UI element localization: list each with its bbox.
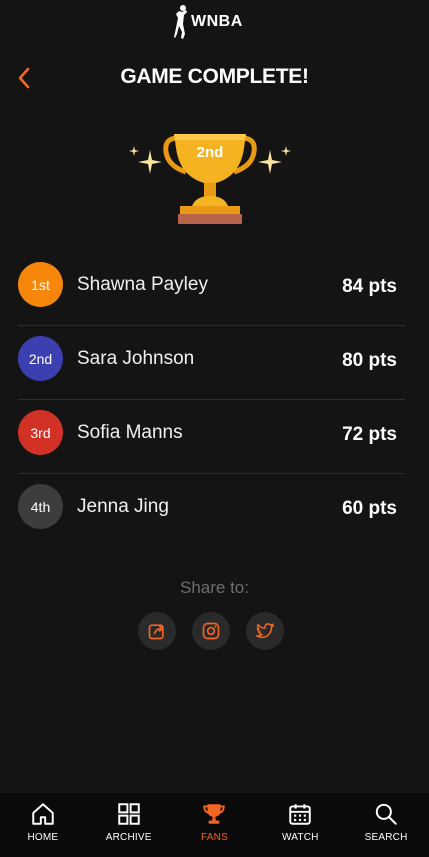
nav-search-label: SEARCH bbox=[364, 832, 408, 843]
share-icon bbox=[148, 624, 164, 640]
instagram-icon bbox=[202, 622, 220, 640]
share-twitter-button[interactable] bbox=[246, 612, 284, 650]
nav-watch-label: WATCH bbox=[282, 832, 319, 843]
bottom-nav: HOME ARCHIVE FANS WATCH SEARCH bbox=[0, 793, 429, 857]
wnba-logo[interactable]: WNBA bbox=[174, 4, 243, 40]
player-name: Jenna Jing bbox=[77, 496, 169, 517]
trophy-icon bbox=[203, 804, 226, 824]
player-points: 72 pts bbox=[342, 424, 397, 445]
rank-badge: 4th bbox=[18, 484, 63, 529]
rank-badge: 1st bbox=[18, 262, 63, 307]
rank-badge: 2nd bbox=[18, 336, 63, 381]
logo-text: WNBA bbox=[191, 13, 243, 30]
nav-fans[interactable]: FANS bbox=[172, 793, 258, 857]
leaderboard-row[interactable]: 1st Shawna Payley 84 pts bbox=[18, 252, 405, 326]
player-points: 80 pts bbox=[342, 350, 397, 371]
sparkle-icon bbox=[258, 146, 291, 174]
trophy-place-label: 2nd bbox=[196, 144, 224, 161]
player-silhouette-icon bbox=[174, 5, 187, 39]
archive-icon bbox=[117, 803, 140, 825]
share-buttons bbox=[138, 612, 284, 650]
search-icon bbox=[375, 803, 397, 825]
leaderboard-row[interactable]: 4th Jenna Jing 60 pts bbox=[18, 474, 405, 547]
nav-search[interactable]: SEARCH bbox=[343, 793, 429, 857]
player-name: Sara Johnson bbox=[77, 348, 195, 369]
player-name: Sofia Manns bbox=[77, 422, 183, 443]
nav-watch[interactable]: WATCH bbox=[257, 793, 343, 857]
trophy-graphic: 2nd bbox=[120, 128, 300, 228]
page-header: GAME COMPLETE! bbox=[0, 56, 429, 100]
leaderboard-row[interactable]: 2nd Sara Johnson 80 pts bbox=[18, 326, 405, 400]
sparkle-icon bbox=[129, 146, 162, 174]
share-label: Share to: bbox=[180, 578, 249, 597]
nav-home[interactable]: HOME bbox=[0, 793, 86, 857]
page-title: GAME COMPLETE! bbox=[120, 65, 309, 88]
nav-home-label: HOME bbox=[27, 832, 59, 843]
player-points: 84 pts bbox=[342, 276, 397, 297]
calendar-icon bbox=[289, 804, 312, 825]
share-external-button[interactable] bbox=[138, 612, 176, 650]
leaderboard: 1st Shawna Payley 84 pts 2nd Sara Johnso… bbox=[18, 252, 405, 547]
top-bar: WNBA bbox=[0, 0, 429, 48]
home-icon bbox=[32, 803, 54, 825]
player-name: Shawna Payley bbox=[77, 274, 208, 295]
twitter-icon bbox=[255, 623, 275, 639]
nav-archive[interactable]: ARCHIVE bbox=[86, 793, 172, 857]
share-instagram-button[interactable] bbox=[192, 612, 230, 650]
nav-archive-label: ARCHIVE bbox=[105, 832, 152, 843]
rank-badge: 3rd bbox=[18, 410, 63, 455]
nav-fans-label: FANS bbox=[201, 832, 228, 843]
player-points: 60 pts bbox=[342, 498, 397, 519]
leaderboard-row[interactable]: 3rd Sofia Manns 72 pts bbox=[18, 400, 405, 474]
